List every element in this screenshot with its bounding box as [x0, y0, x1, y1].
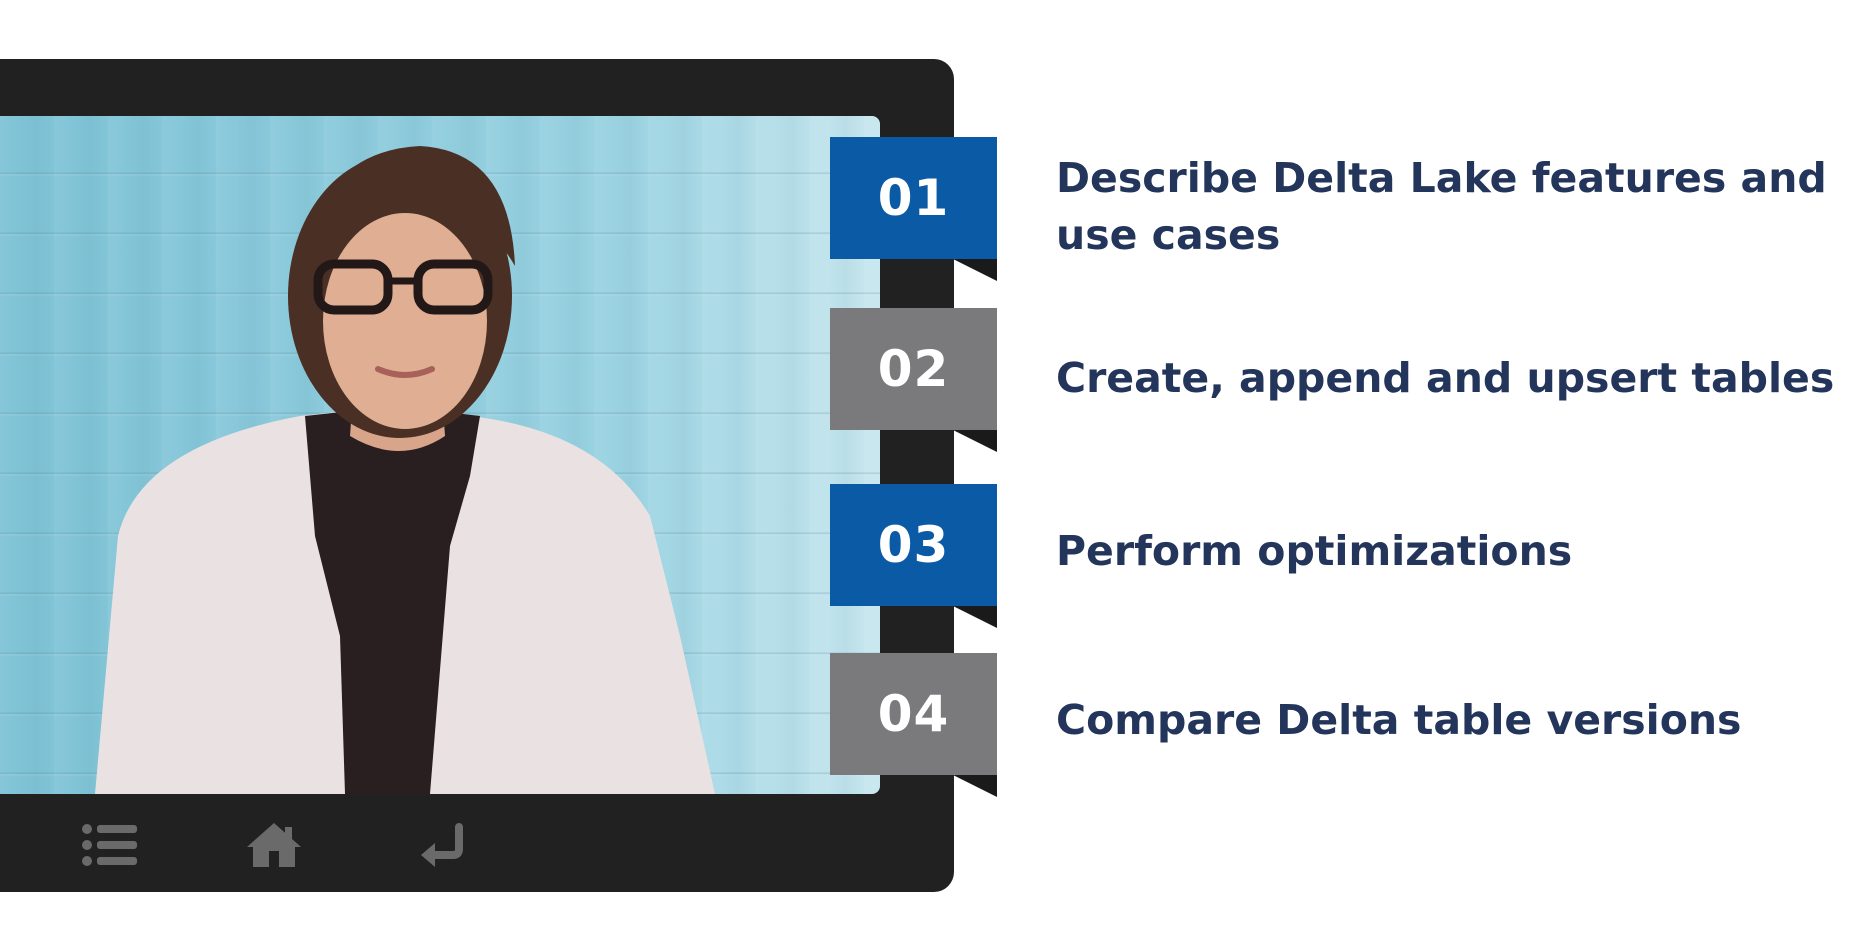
presenter-face	[323, 213, 487, 429]
tab-fold	[953, 430, 997, 452]
home-icon	[247, 823, 301, 867]
video-screen[interactable]	[0, 116, 880, 794]
objective-number-04: 04	[830, 653, 997, 775]
menu-button[interactable]	[78, 815, 142, 875]
objective-number-01: 01	[830, 137, 997, 259]
menu-list-icon	[82, 824, 137, 866]
home-button[interactable]	[242, 815, 306, 875]
tab-fold	[953, 606, 997, 628]
objective-text-04: Compare Delta table versions	[1056, 696, 1742, 744]
back-button[interactable]	[410, 815, 474, 875]
objective-text-03: Perform optimizations	[1056, 527, 1573, 575]
tab-fold	[953, 775, 997, 797]
return-arrow-icon	[421, 823, 463, 867]
presenter-video	[95, 146, 715, 794]
objective-text-02: Create, append and upsert tables	[1056, 354, 1835, 402]
player-controls	[60, 815, 520, 875]
objective-text-01: Describe Delta Lake features and use cas…	[1056, 154, 1827, 259]
tab-fold	[953, 259, 997, 281]
objective-number-02: 02	[830, 308, 997, 430]
objective-number-03: 03	[830, 484, 997, 606]
